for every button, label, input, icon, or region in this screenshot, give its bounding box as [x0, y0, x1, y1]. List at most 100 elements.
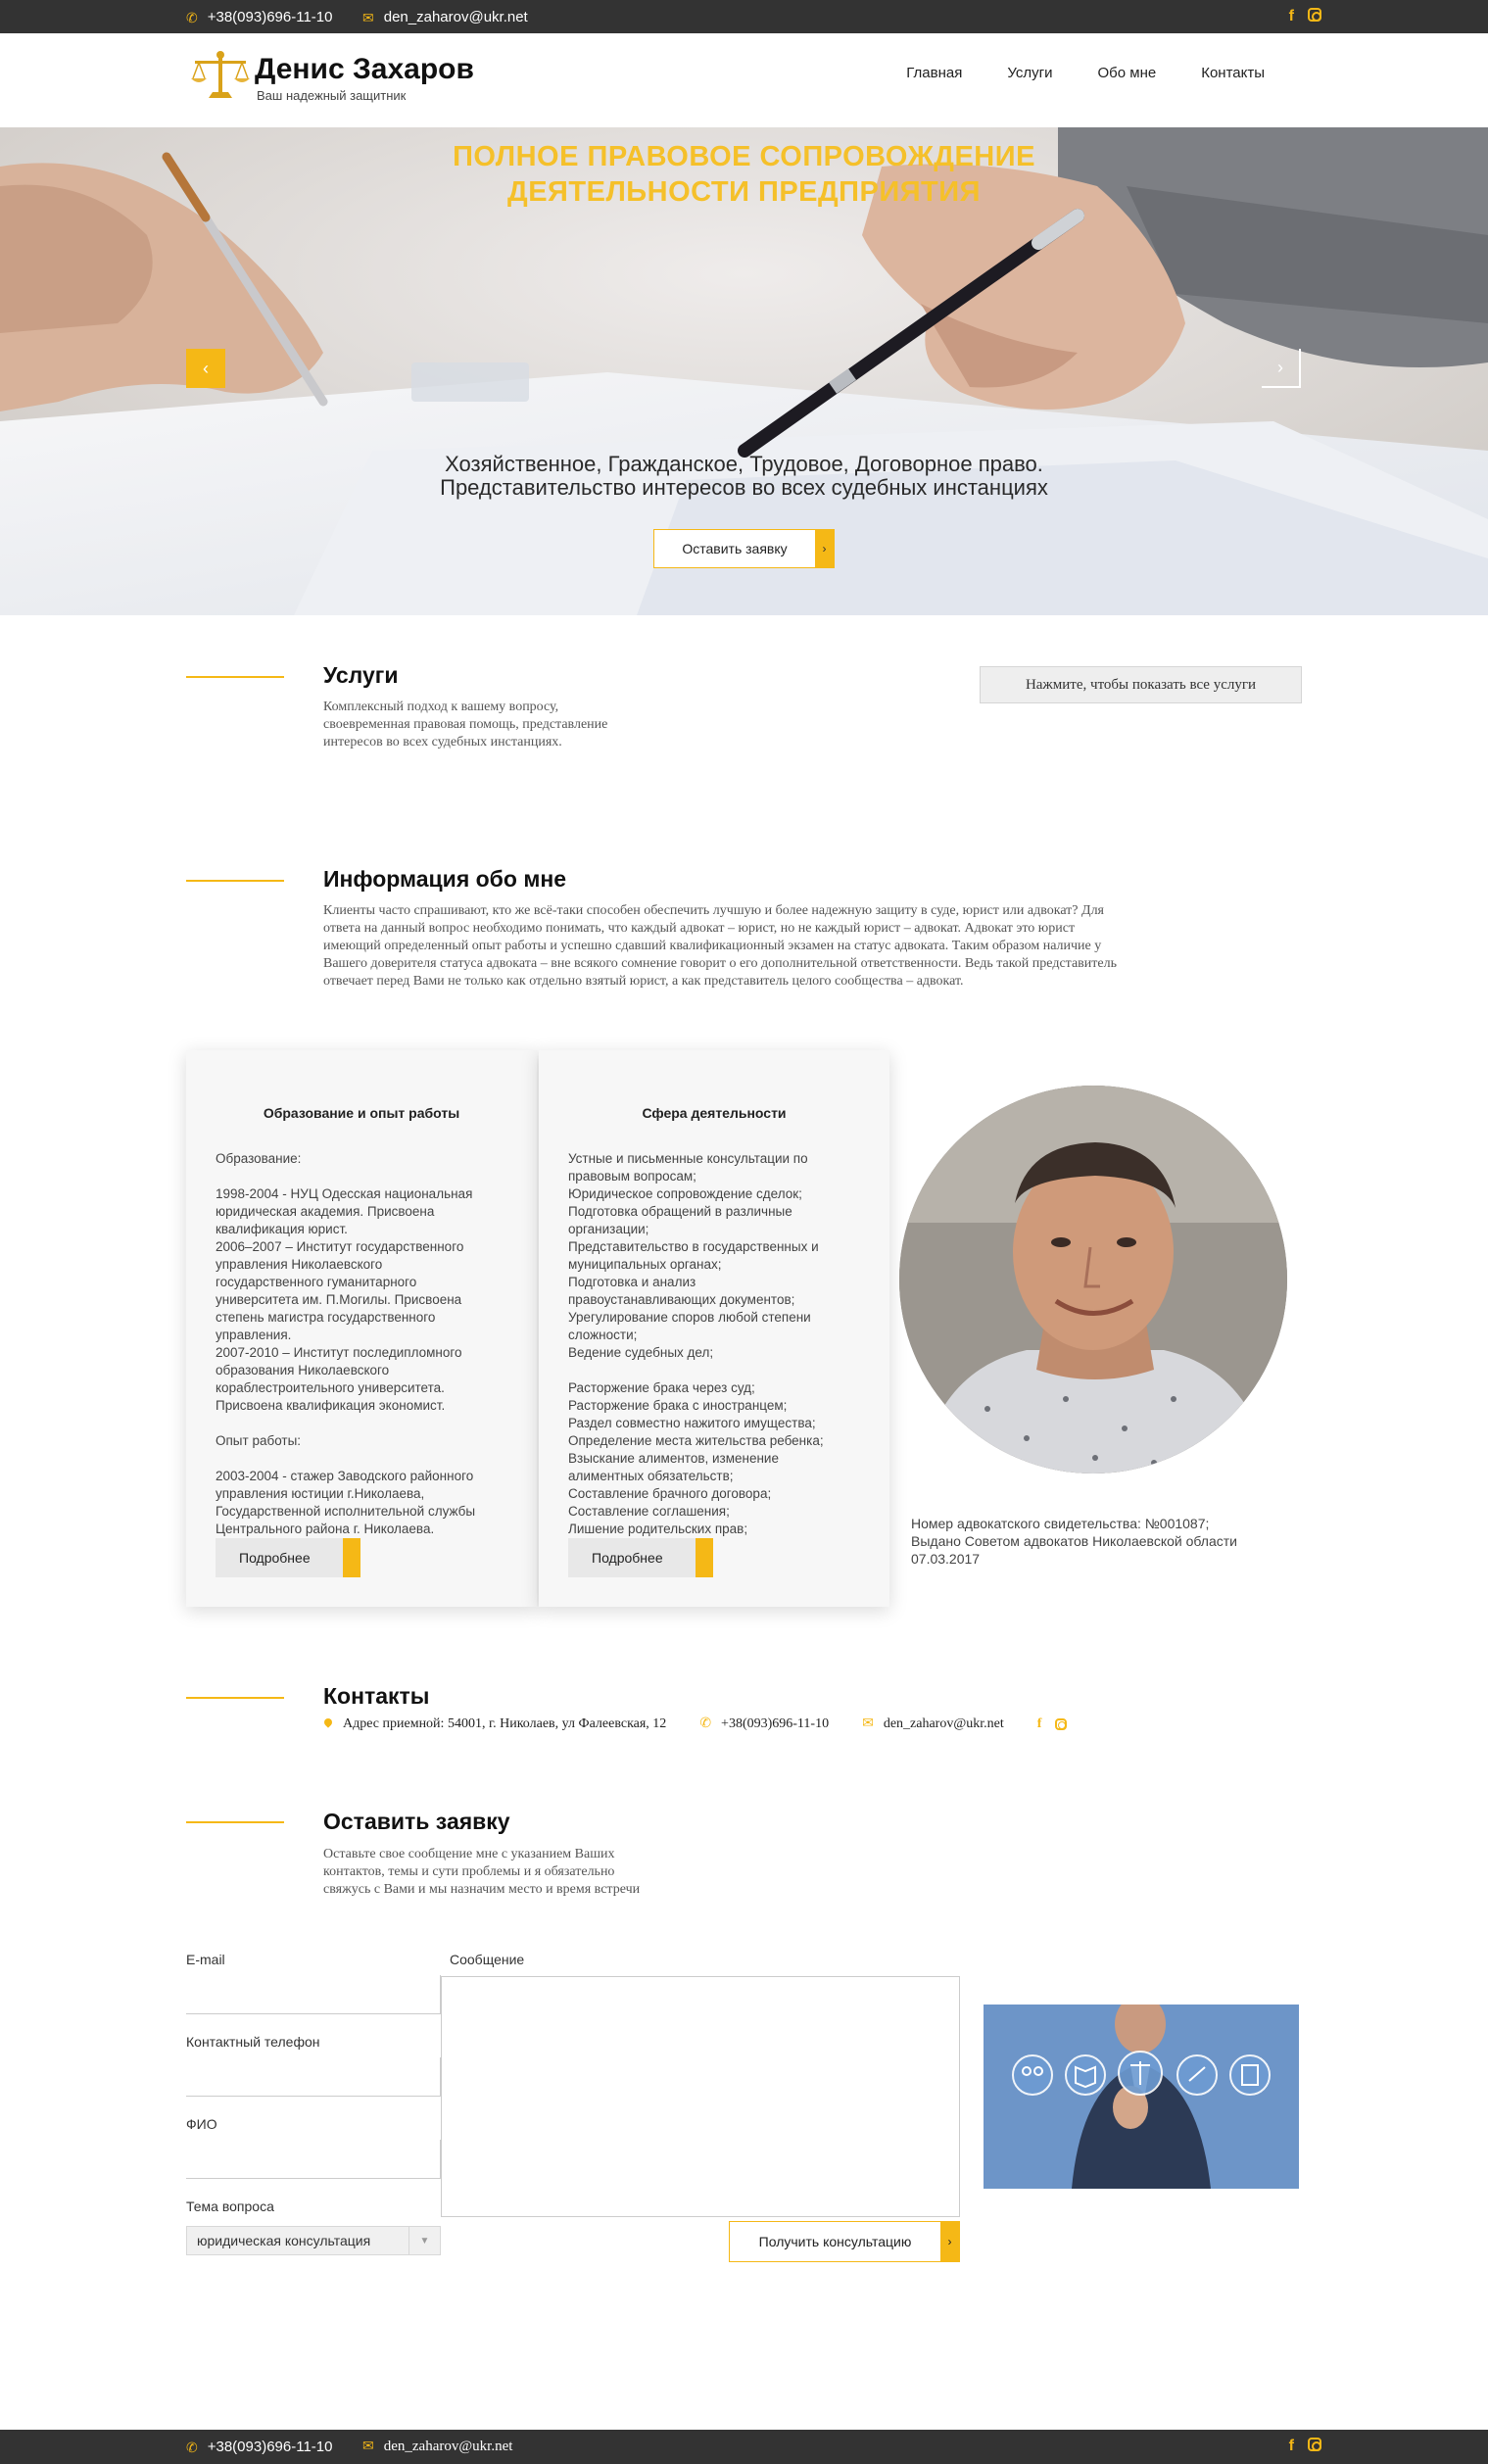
contact-phone[interactable]: ✆ +38(093)696-11-10 — [699, 1716, 829, 1732]
activity-more-button[interactable]: Подробнее — [568, 1538, 713, 1577]
show-all-services-button[interactable]: Нажмите, чтобы показать все услуги — [980, 666, 1302, 703]
slider-next-button[interactable]: › — [1262, 349, 1301, 388]
about-text: Клиенты часто спрашивают, кто же всё-так… — [323, 902, 1224, 990]
facebook-icon[interactable]: f — [1289, 2438, 1294, 2455]
phone-icon: ✆ — [186, 2439, 198, 2455]
envelope-icon: ✉ — [862, 1716, 874, 1731]
caret-down-icon: ▼ — [408, 2227, 440, 2254]
hero-request-label: Оставить заявку — [682, 541, 788, 556]
services-accent-line — [186, 676, 284, 678]
message-textarea[interactable] — [441, 1976, 960, 2217]
instagram-icon[interactable] — [1055, 1718, 1068, 1730]
topic-label: Тема вопроса — [186, 2198, 274, 2214]
contacts-accent-line — [186, 1697, 284, 1699]
request-text-line3: свяжусь с Вами и мы назначим место и вре… — [323, 1882, 641, 1897]
activity-more-label: Подробнее — [592, 1550, 663, 1566]
email-label: E-mail — [186, 1952, 225, 1967]
nav-item-services[interactable]: Услуги — [984, 60, 1075, 86]
get-consultation-button[interactable]: Получить консультацию › — [729, 2221, 960, 2262]
instagram-icon[interactable] — [1308, 8, 1321, 22]
phone-field[interactable] — [186, 2057, 441, 2097]
button-accent-bar — [696, 1538, 713, 1577]
facebook-icon[interactable]: f — [1037, 1716, 1042, 1732]
contact-email[interactable]: ✉ den_zaharov@ukr.net — [862, 1716, 1004, 1732]
about-text-line1: Клиенты часто спрашивают, кто же всё-так… — [323, 903, 1104, 918]
hero-subtitle-line2: Представительство интересов во всех суде… — [440, 475, 1048, 500]
about-text-line3: имеющий определенный опыт работы и успеш… — [323, 939, 1102, 953]
request-title: Оставить заявку — [323, 1809, 510, 1834]
top-bar: ✆ +38(093)696-11-10 ✉ den_zaharov@ukr.ne… — [0, 0, 1488, 33]
activity-card-body: Устные и письменные консультации по прав… — [568, 1151, 824, 1536]
chevron-right-icon: › — [1277, 357, 1283, 377]
contact-phone-text: +38(093)696-11-10 — [721, 1716, 830, 1731]
bottombar-email[interactable]: ✉ den_zaharov@ukr.net — [362, 2439, 512, 2455]
services-text-line1: Комплексный подход к вашему вопросу, — [323, 700, 559, 714]
services-title: Услуги — [323, 662, 399, 688]
nav-item-contacts[interactable]: Контакты — [1178, 60, 1287, 86]
bottombar-phone-text: +38(093)696-11-10 — [207, 2439, 333, 2455]
hero-title: ПОЛНОЕ ПРАВОВОЕ СОПРОВОЖДЕНИЕ ДЕЯТЕЛЬНОС… — [0, 139, 1488, 210]
services-text-line3: интересов во всех судебных инстанциях. — [323, 735, 562, 749]
arrow-right-icon: › — [940, 2222, 959, 2261]
hero-subtitle-line1: Хозяйственное, Гражданское, Трудовое, До… — [445, 452, 1043, 476]
site-header: Денис Захаров Ваш надежный защитник Глав… — [0, 33, 1488, 127]
scales-logo-icon[interactable] — [189, 49, 252, 104]
nav-item-about[interactable]: Обо мне — [1075, 60, 1178, 86]
activity-card-title: Сфера деятельности — [642, 1105, 787, 1121]
slider-prev-button[interactable]: ‹ — [186, 349, 225, 388]
name-field[interactable] — [186, 2140, 441, 2179]
topbar-phone-text: +38(093)696-11-10 — [207, 9, 333, 25]
envelope-icon: ✉ — [362, 9, 374, 25]
lawyer-certificate-info: Номер адвокатского свидетельства: №00108… — [911, 1516, 1237, 1567]
education-card-title: Образование и опыт работы — [263, 1105, 460, 1121]
about-accent-line — [186, 880, 284, 882]
nav-item-home[interactable]: Главная — [884, 60, 984, 86]
lawyer-portrait-photo — [899, 1086, 1287, 1474]
get-consultation-label: Получить консультацию — [758, 2234, 912, 2249]
map-pin-icon — [323, 1718, 333, 1730]
about-text-line5: отвечает перед Вами не только как отдель… — [323, 974, 964, 989]
arrow-right-icon: › — [815, 530, 834, 567]
facebook-icon[interactable]: f — [1289, 8, 1294, 25]
legal-services-image — [984, 2005, 1299, 2189]
topbar-email[interactable]: ✉ den_zaharov@ukr.net — [362, 9, 528, 25]
bottom-bar: ✆ +38(093)696-11-10 ✉ den_zaharov@ukr.ne… — [0, 2430, 1488, 2464]
hero-request-button[interactable]: Оставить заявку › — [653, 529, 835, 568]
request-text: Оставьте свое сообщение мне с указанием … — [323, 1846, 640, 1899]
hero-title-line2: ДЕЯТЕЛЬНОСТИ ПРЕДПРИЯТИЯ — [507, 176, 981, 208]
education-more-label: Подробнее — [239, 1550, 311, 1566]
email-field[interactable] — [186, 1975, 441, 2014]
education-more-button[interactable]: Подробнее — [216, 1538, 360, 1577]
envelope-icon: ✉ — [362, 2439, 374, 2454]
services-text-line2: своевременная правовая помощь, представл… — [323, 717, 608, 732]
about-text-line4: Вашего доверителя статуса адвоката – вне… — [323, 956, 1117, 971]
topbar-phone[interactable]: ✆ +38(093)696-11-10 — [186, 9, 332, 25]
education-card: Образование и опыт работы Образование: 1… — [186, 1050, 537, 1607]
brand-tagline: Ваш надежный защитник — [257, 88, 407, 103]
request-text-line1: Оставьте свое сообщение мне с указанием … — [323, 1847, 615, 1861]
activity-card: Сфера деятельности Устные и письменные к… — [539, 1050, 889, 1607]
about-text-line2: ответа на данный вопрос необходимо поним… — [323, 921, 1076, 936]
contact-address: Адрес приемной: 54001, г. Николаев, ул Ф… — [323, 1716, 666, 1732]
phone-icon: ✆ — [186, 9, 198, 25]
contact-social: f — [1037, 1716, 1068, 1732]
instagram-icon[interactable] — [1308, 2438, 1321, 2451]
contacts-row: Адрес приемной: 54001, г. Николаев, ул Ф… — [323, 1716, 1100, 1732]
request-accent-line — [186, 1821, 284, 1823]
request-text-line2: контактов, темы и сути проблемы и я обяз… — [323, 1864, 615, 1879]
about-title: Информация обо мне — [323, 866, 567, 892]
chevron-left-icon: ‹ — [203, 358, 209, 378]
topic-select-value: юридическая консультация — [197, 2233, 371, 2248]
contact-email-text: den_zaharov@ukr.net — [883, 1716, 1004, 1731]
topic-select[interactable]: юридическая консультация ▼ — [186, 2226, 441, 2255]
education-card-body: Образование: 1998-2004 - НУЦ Одесская на… — [216, 1151, 476, 1536]
contact-address-text: Адрес приемной: 54001, г. Николаев, ул Ф… — [343, 1716, 667, 1731]
hero-title-line1: ПОЛНОЕ ПРАВОВОЕ СОПРОВОЖДЕНИЕ — [453, 141, 1035, 172]
services-text: Комплексный подход к вашему вопросу, сво… — [323, 699, 607, 751]
bottombar-social: f — [1289, 2438, 1321, 2455]
message-label: Сообщение — [450, 1952, 525, 1967]
phone-label: Контактный телефон — [186, 2034, 320, 2050]
brand-name[interactable]: Денис Захаров — [255, 53, 474, 86]
topbar-email-text: den_zaharov@ukr.net — [383, 9, 528, 25]
bottombar-phone[interactable]: ✆ +38(093)696-11-10 — [186, 2439, 332, 2455]
